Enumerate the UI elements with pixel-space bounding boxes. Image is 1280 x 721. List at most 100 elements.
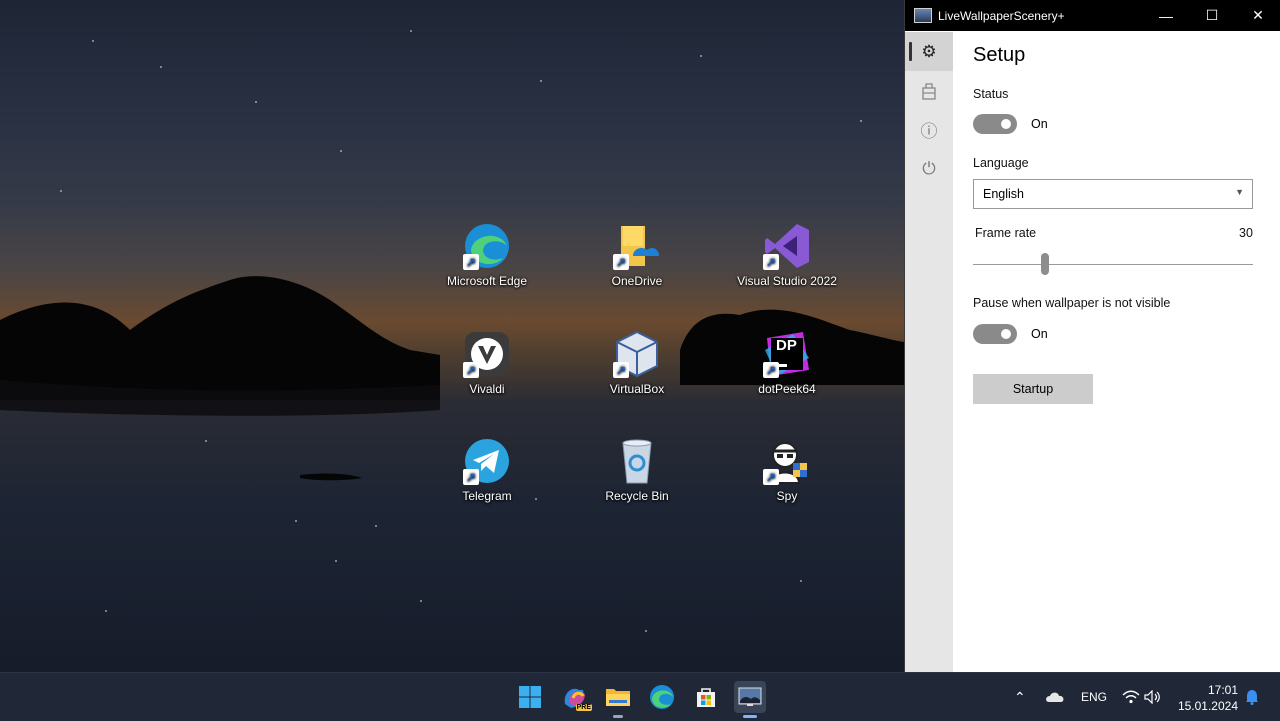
pause-label: Pause when wallpaper is not visible — [973, 296, 1171, 310]
shortcut-arrow-icon: ↗ — [463, 254, 479, 270]
desktop-icon-recycle-bin[interactable]: Recycle Bin — [587, 437, 687, 504]
desktop-icon-label: Telegram — [462, 489, 512, 503]
edge-icon — [650, 685, 674, 709]
wallpaper-app-icon — [914, 8, 932, 23]
onedrive-folder-icon: ↗ — [613, 222, 661, 270]
input-language: ENG — [1081, 690, 1108, 704]
window-title: LiveWallpaperScenery+ — [938, 8, 1065, 23]
tray-clock[interactable]: 17:01 15.01.2024 — [1178, 682, 1238, 714]
wifi-icon — [1122, 690, 1140, 704]
side-navigation: ⚙ ⓘ ⏻ — [905, 32, 953, 672]
desktop-icon-label: Spy — [776, 489, 798, 503]
language-select[interactable]: English ▼ — [973, 179, 1253, 209]
language-selected-value: English — [983, 187, 1024, 201]
taskbar-edge[interactable] — [646, 681, 678, 713]
bag-icon — [922, 82, 936, 100]
desktop-icon-edge[interactable]: ↗ Microsoft Edge — [437, 222, 537, 289]
frame-rate-label: Frame rate — [975, 226, 1037, 240]
gear-icon: ⚙ — [921, 41, 937, 61]
desktop-icon-label: Microsoft Edge — [446, 274, 528, 288]
desktop-icon-vivaldi[interactable]: ↗ Vivaldi — [437, 330, 537, 397]
desktop-icon-label: Vivaldi — [469, 382, 505, 396]
nav-item-power[interactable]: ⏻ — [905, 149, 953, 188]
app-window: LiveWallpaperScenery+ — ☐ ✕ ⚙ ⓘ ⏻ Setup … — [904, 0, 1280, 672]
desktop-icon-visual-studio[interactable]: ↗ Visual Studio 2022 — [737, 222, 837, 289]
shortcut-arrow-icon: ↗ — [463, 362, 479, 378]
frame-rate-slider-track[interactable] — [973, 264, 1253, 265]
running-indicator — [613, 715, 623, 718]
minimize-button[interactable]: — — [1143, 0, 1189, 31]
desktop-icon-label: OneDrive — [611, 274, 663, 288]
taskbar-start[interactable] — [514, 681, 546, 713]
nav-item-store[interactable] — [905, 71, 953, 110]
edge-icon: ↗ — [463, 222, 511, 270]
tray-onedrive[interactable] — [1045, 673, 1065, 721]
status-toggle-value: On — [1031, 117, 1048, 131]
tray-network-volume[interactable] — [1122, 673, 1162, 721]
vivaldi-icon: ↗ — [463, 330, 511, 378]
cloud-icon — [1046, 692, 1064, 702]
taskbar-store[interactable] — [690, 681, 722, 713]
desktop-icon-spy[interactable]: ↗ Spy — [737, 437, 837, 504]
language-label: Language — [973, 156, 1029, 170]
virtualbox-icon: ↗ — [613, 330, 661, 378]
telegram-icon: ↗ — [463, 437, 511, 485]
chevron-down-icon: ▼ — [1235, 187, 1244, 197]
taskbar-copilot[interactable]: PRE — [558, 681, 592, 713]
shortcut-arrow-icon: ↗ — [463, 469, 479, 485]
windows-start-icon — [519, 686, 541, 708]
spy-icon: ↗ — [763, 437, 811, 485]
page-title: Setup — [973, 44, 1026, 66]
tray-overflow-button[interactable]: ⌃ — [1014, 673, 1026, 721]
desktop-icon-telegram[interactable]: ↗ Telegram — [437, 437, 537, 504]
wallpaper-app-icon — [738, 687, 762, 706]
info-icon: ⓘ — [920, 122, 938, 141]
desktop-icon-label: Visual Studio 2022 — [737, 274, 837, 288]
power-icon: ⏻ — [922, 158, 936, 178]
desktop-icon-label: VirtualBox — [609, 382, 665, 396]
setup-panel: Setup Status On Language English ▼ Frame… — [953, 32, 1280, 672]
dotpeek-icon: DP ↗ — [763, 330, 811, 378]
frame-rate-value: 30 — [1239, 226, 1253, 240]
shortcut-arrow-icon: ↗ — [763, 362, 779, 378]
chevron-up-icon: ⌃ — [1014, 688, 1026, 705]
taskbar: PRE ⌃ ENG 17:01 15.01.2024 — [0, 672, 1280, 721]
tray-notifications[interactable] — [1245, 673, 1259, 721]
status-toggle[interactable] — [973, 114, 1017, 134]
tray-language[interactable]: ENG — [1081, 673, 1107, 721]
clock-date: 15.01.2024 — [1177, 699, 1238, 713]
nav-item-settings[interactable]: ⚙ — [905, 32, 953, 71]
title-bar[interactable]: LiveWallpaperScenery+ — ☐ ✕ — [905, 0, 1280, 31]
toggle-knob — [1001, 329, 1011, 339]
maximize-button[interactable]: ☐ — [1189, 0, 1235, 31]
toggle-knob — [1001, 119, 1011, 129]
shortcut-arrow-icon: ↗ — [613, 362, 629, 378]
close-button[interactable]: ✕ — [1235, 0, 1280, 31]
visual-studio-icon: ↗ — [763, 222, 811, 270]
bell-icon — [1246, 690, 1258, 705]
status-label: Status — [973, 87, 1009, 101]
desktop-icon-label: Recycle Bin — [605, 489, 669, 503]
dotpeek-badge: DP — [776, 337, 797, 354]
frame-rate-slider-thumb[interactable] — [1041, 253, 1049, 275]
running-indicator — [743, 715, 757, 718]
pause-toggle-value: On — [1031, 327, 1048, 341]
nav-item-about[interactable]: ⓘ — [905, 110, 953, 149]
copilot-pre-badge: PRE — [575, 704, 592, 711]
store-icon — [697, 688, 715, 707]
clock-time: 17:01 — [1207, 683, 1238, 697]
startup-button[interactable]: Startup — [973, 374, 1093, 404]
desktop-icon-onedrive[interactable]: ↗ OneDrive — [587, 222, 687, 289]
shortcut-arrow-icon: ↗ — [763, 254, 779, 270]
desktop-icon-label: dotPeek64 — [758, 382, 816, 396]
volume-icon — [1144, 690, 1160, 704]
taskbar-livewallpaper[interactable] — [734, 681, 766, 718]
folder-icon — [606, 689, 630, 706]
desktop-icon-dotpeek[interactable]: DP ↗ dotPeek64 — [737, 330, 837, 397]
desktop-icon-virtualbox[interactable]: ↗ VirtualBox — [587, 330, 687, 397]
pause-toggle[interactable] — [973, 324, 1017, 344]
shortcut-arrow-icon: ↗ — [613, 254, 629, 270]
recycle-bin-icon — [613, 437, 661, 485]
taskbar-file-explorer[interactable] — [602, 681, 634, 718]
shortcut-arrow-icon: ↗ — [763, 469, 779, 485]
